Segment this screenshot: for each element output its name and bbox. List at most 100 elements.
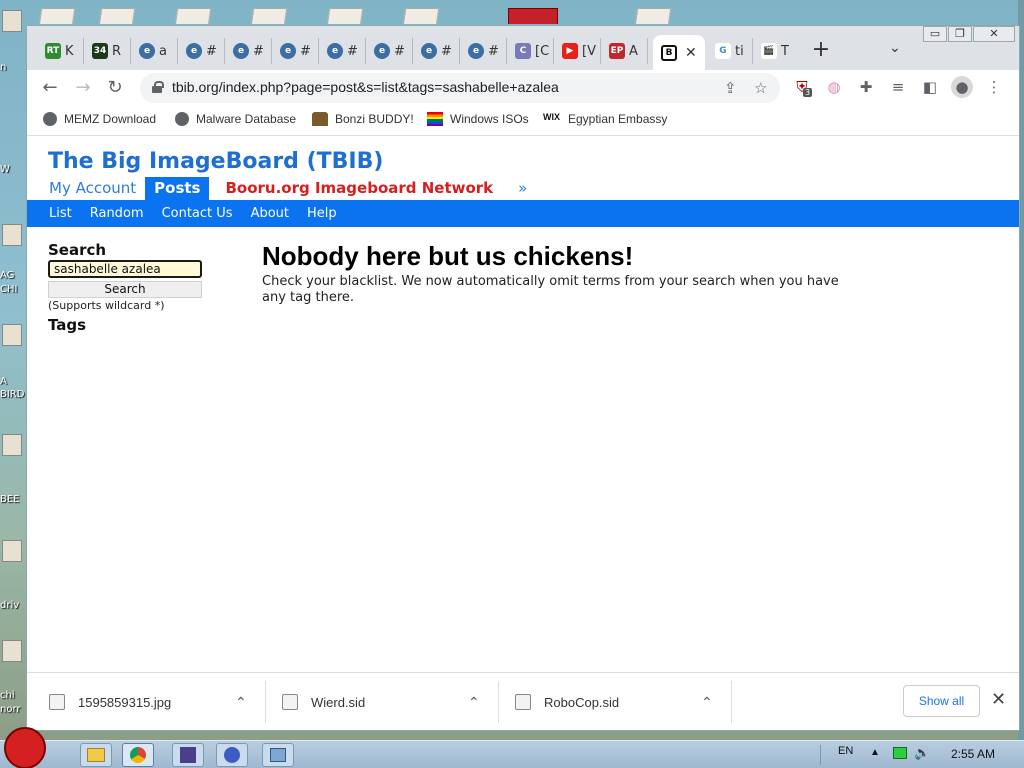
tab-favicon-icon: C [515, 43, 531, 59]
desktop-icon[interactable] [2, 640, 22, 662]
tab[interactable]: C [C [507, 38, 554, 64]
nav-booru-network[interactable]: Booru.org Imageboard Network [209, 177, 502, 200]
bookmark-item[interactable]: WIX Egyptian Embassy [543, 112, 667, 126]
download-item[interactable]: Wierd.sid ⌃ [282, 687, 488, 717]
tab[interactable]: e # [413, 38, 460, 64]
rainbow-flag-icon [427, 112, 443, 126]
download-bar: 1595859315.jpg ⌃ Wierd.sid ⌃ RoboCop.sid… [27, 672, 1019, 730]
desktop-left-strip: n W AG CHI A BIRD BEE driv chi norr [0, 0, 26, 740]
tab-favicon-icon: G [715, 43, 731, 59]
tab[interactable]: e # [366, 38, 413, 64]
tab-strip: RT K 34 R e a e # e # e # e # e # e # e … [27, 26, 1019, 70]
subnav-contact-us[interactable]: Contact Us [153, 200, 242, 227]
subnav-about[interactable]: About [242, 200, 298, 227]
forward-arrow-icon[interactable]: → [71, 76, 95, 100]
site-title[interactable]: The Big ImageBoard (TBIB) [48, 149, 383, 174]
close-window-button[interactable]: ✕ [973, 26, 1015, 42]
share-icon[interactable]: ⇪ [724, 79, 737, 97]
tab-search-chevron-icon[interactable]: ⌄ [889, 40, 901, 56]
start-button-angry-bird-icon[interactable] [4, 727, 46, 768]
download-item[interactable]: RoboCop.sid ⌃ [515, 687, 721, 717]
language-indicator[interactable]: EN [838, 745, 853, 757]
bookmarks-bar: MEMZ Download Malware Database Bonzi BUD… [27, 106, 1019, 136]
taskbar-app-icon[interactable] [172, 743, 204, 767]
sidebar: Search Search (Supports wildcard *) Tags [48, 241, 208, 334]
subnav-list[interactable]: List [40, 200, 81, 227]
desktop-icon[interactable] [2, 224, 22, 246]
extensions-puzzle-icon[interactable]: ✚ [855, 76, 877, 98]
tab[interactable]: e # [178, 38, 225, 64]
tab[interactable]: RT K [37, 38, 84, 64]
bookmark-item[interactable]: Windows ISOs [427, 112, 529, 126]
chevron-up-icon[interactable]: ⌃ [701, 694, 713, 711]
web-page: The Big ImageBoard (TBIB) My Account Pos… [27, 137, 1019, 672]
tab-close-icon[interactable]: ✕ [685, 45, 697, 61]
tab[interactable]: e a [131, 38, 178, 64]
extension-flag-icon[interactable]: ◍ [823, 76, 845, 98]
tab-favicon-icon: RT [45, 43, 61, 59]
subnav-help[interactable]: Help [298, 200, 346, 227]
tab-title: # [206, 43, 217, 59]
tab[interactable]: e # [225, 38, 272, 64]
address-bar[interactable]: tbib.org/index.php?page=post&s=list&tags… [140, 73, 780, 103]
bookmark-label: Egyptian Embassy [568, 112, 668, 126]
side-panel-icon[interactable]: ◧ [919, 76, 941, 98]
tab[interactable]: G ti [707, 38, 753, 64]
nav-my-account[interactable]: My Account [40, 177, 145, 200]
taskbar-explorer-icon[interactable] [80, 743, 112, 767]
tab[interactable]: 🎬 T [753, 38, 799, 64]
back-arrow-icon[interactable]: ← [38, 76, 62, 100]
bookmark-star-icon[interactable]: ☆ [754, 79, 767, 97]
menu-kebab-icon[interactable]: ⋮ [983, 76, 1005, 98]
tab-active[interactable]: B ✕ [653, 35, 705, 70]
bookmark-item[interactable]: Bonzi BUDDY! [312, 112, 414, 126]
divider [265, 681, 266, 723]
desktop-icon-label: CHI [0, 284, 18, 295]
taskbar-player-icon[interactable] [216, 743, 248, 767]
chevron-up-icon[interactable]: ⌃ [468, 694, 480, 711]
desktop-icon [402, 8, 440, 24]
bookmark-item[interactable]: Malware Database [175, 112, 296, 126]
tab-title: T [781, 43, 789, 59]
new-tab-button[interactable]: + [809, 39, 833, 63]
download-item[interactable]: 1595859315.jpg ⌃ [49, 687, 255, 717]
bookmark-item[interactable]: MEMZ Download [43, 112, 156, 126]
tab[interactable]: EP A [601, 38, 648, 64]
tray-app-icon[interactable] [893, 747, 907, 759]
profile-avatar-icon[interactable]: ● [951, 76, 973, 98]
minimize-button[interactable]: ▭ [923, 26, 947, 42]
search-button[interactable]: Search [48, 281, 202, 298]
tab[interactable]: e # [460, 38, 507, 64]
download-filename: Wierd.sid [311, 694, 366, 710]
taskbar-chrome-icon[interactable] [122, 743, 154, 767]
search-heading: Search [48, 241, 107, 259]
tab[interactable]: e # [272, 38, 319, 64]
url-text[interactable]: tbib.org/index.php?page=post&s=list&tags… [172, 79, 559, 95]
desktop-icon[interactable] [2, 324, 22, 346]
search-input[interactable] [48, 260, 202, 278]
tab[interactable]: ▶ [V [554, 38, 601, 64]
clock[interactable]: 2:55 AM [951, 747, 995, 761]
nav-more[interactable]: » [502, 177, 536, 200]
tab-favicon-icon: 34 [92, 43, 108, 59]
tab[interactable]: e # [319, 38, 366, 64]
tab[interactable]: 34 R [84, 38, 131, 64]
taskbar-window-icon[interactable] [262, 743, 294, 767]
desktop-icon[interactable] [2, 540, 22, 562]
lock-icon[interactable] [152, 81, 164, 93]
close-download-bar-icon[interactable]: ✕ [991, 689, 1006, 710]
tray-expand-icon[interactable]: ▲ [870, 747, 880, 758]
subnav-random[interactable]: Random [81, 200, 153, 227]
chevron-up-icon[interactable]: ⌃ [235, 694, 247, 711]
volume-icon[interactable]: 🔊 [914, 745, 930, 761]
desktop-icon[interactable] [2, 10, 22, 32]
tab-favicon-icon: e [468, 43, 484, 59]
tab-favicon-icon: e [186, 43, 202, 59]
show-all-downloads-button[interactable]: Show all [903, 685, 980, 717]
maximize-button[interactable]: ❐ [948, 26, 972, 42]
desktop-icon[interactable] [2, 434, 22, 456]
reload-icon[interactable]: ↻ [103, 76, 127, 100]
nav-posts[interactable]: Posts [145, 177, 210, 200]
globe-icon [43, 112, 57, 126]
media-queue-icon[interactable]: ≡ [887, 76, 909, 98]
